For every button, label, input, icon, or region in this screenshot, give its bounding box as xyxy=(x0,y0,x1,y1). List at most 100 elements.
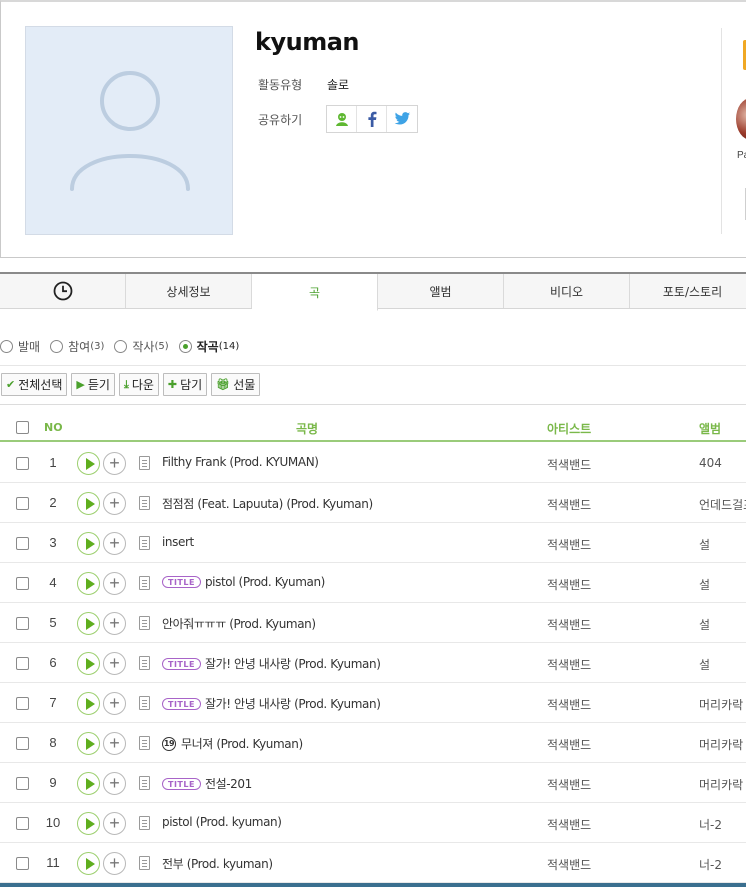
add-icon[interactable]: + xyxy=(103,812,126,835)
select-all-button[interactable]: ✔ 전체선택 xyxy=(1,373,68,396)
radio-button[interactable] xyxy=(114,340,128,353)
song-artist[interactable]: 적색밴드 xyxy=(547,656,591,673)
row-checkbox[interactable] xyxy=(16,737,29,750)
song-album[interactable]: 설 xyxy=(699,616,710,633)
song-title-text[interactable]: 안아줘ㅠㅠㅠ (Prod. Kyuman) xyxy=(162,615,316,632)
row-checkbox[interactable] xyxy=(16,817,29,830)
add-icon[interactable]: + xyxy=(103,492,126,515)
song-info-icon[interactable] xyxy=(139,736,150,750)
song-artist[interactable]: 적색밴드 xyxy=(547,496,591,513)
play-icon[interactable] xyxy=(77,532,100,555)
song-title-text[interactable]: Filthy Frank (Prod. KYUMAN) xyxy=(162,455,319,469)
related-artist-avatar[interactable] xyxy=(736,98,746,140)
add-icon[interactable]: + xyxy=(103,652,126,675)
song-title[interactable]: 안아줘ㅠㅠㅠ (Prod. Kyuman) xyxy=(162,615,316,632)
related-artist-name[interactable]: Pa xyxy=(737,150,746,161)
song-info-icon[interactable] xyxy=(139,776,150,790)
song-info-icon[interactable] xyxy=(139,696,150,710)
song-artist[interactable]: 적색밴드 xyxy=(547,816,591,833)
filter-participation[interactable]: 참여 (3) xyxy=(50,338,104,355)
row-checkbox[interactable] xyxy=(16,697,29,710)
song-title[interactable]: 19 무너져 (Prod. Kyuman) xyxy=(162,735,303,752)
row-checkbox[interactable] xyxy=(16,537,29,550)
song-artist[interactable]: 적색밴드 xyxy=(547,696,591,713)
add-icon[interactable]: + xyxy=(103,452,126,475)
song-artist[interactable]: 적색밴드 xyxy=(547,576,591,593)
song-album[interactable]: 머리카락 xyxy=(699,776,743,793)
song-info-icon[interactable] xyxy=(139,816,150,830)
song-info-icon[interactable] xyxy=(139,616,150,630)
tab-videos[interactable]: 비디오 xyxy=(504,274,630,308)
song-title-text[interactable]: 잘가! 안녕 내사랑 (Prod. Kyuman) xyxy=(205,695,381,712)
song-title[interactable]: insert xyxy=(162,535,194,549)
song-info-icon[interactable] xyxy=(139,456,150,470)
song-title-text[interactable]: 전부 (Prod. kyuman) xyxy=(162,855,273,872)
song-title-text[interactable]: insert xyxy=(162,535,194,549)
song-title[interactable]: 점점점 (Feat. Lapuuta) (Prod. Kyuman) xyxy=(162,495,373,512)
add-icon[interactable]: + xyxy=(103,852,126,875)
gift-button[interactable]: 🎁︎ 선물 xyxy=(211,373,261,396)
row-checkbox[interactable] xyxy=(16,777,29,790)
radio-button-selected[interactable] xyxy=(178,340,192,353)
row-checkbox[interactable] xyxy=(16,577,29,590)
tab-songs[interactable]: 곡 xyxy=(252,274,378,311)
filter-composition[interactable]: 작곡 (14) xyxy=(178,338,239,355)
song-info-icon[interactable] xyxy=(139,656,150,670)
row-checkbox[interactable] xyxy=(16,617,29,630)
play-icon[interactable] xyxy=(77,452,100,475)
radio-button[interactable] xyxy=(50,340,64,353)
song-artist[interactable]: 적색밴드 xyxy=(547,856,591,873)
song-info-icon[interactable] xyxy=(139,496,150,510)
song-album[interactable]: 설 xyxy=(699,576,710,593)
play-icon[interactable] xyxy=(77,852,100,875)
add-icon[interactable]: + xyxy=(103,532,126,555)
song-title-text[interactable]: 전설-201 xyxy=(205,775,252,792)
song-title[interactable]: TITLE 잘가! 안녕 내사랑 (Prod. Kyuman) xyxy=(162,655,381,672)
song-album[interactable]: 404 xyxy=(699,456,722,470)
tab-details[interactable]: 상세정보 xyxy=(126,274,252,308)
song-title[interactable]: pistol (Prod. kyuman) xyxy=(162,815,282,829)
play-icon[interactable] xyxy=(77,812,100,835)
song-title[interactable]: TITLE pistol (Prod. Kyuman) xyxy=(162,575,325,589)
song-album[interactable]: 설 xyxy=(699,656,710,673)
song-artist[interactable]: 적색밴드 xyxy=(547,456,591,473)
radio-button[interactable] xyxy=(0,340,13,353)
song-album[interactable]: 설 xyxy=(699,536,710,553)
filter-lyrics[interactable]: 작사 (5) xyxy=(114,338,169,355)
add-icon[interactable]: + xyxy=(103,692,126,715)
song-album[interactable]: 너-2 xyxy=(699,856,722,873)
song-artist[interactable]: 적색밴드 xyxy=(547,736,591,753)
play-icon[interactable] xyxy=(77,612,100,635)
melon-friend-icon[interactable] xyxy=(327,106,357,132)
song-title[interactable]: Filthy Frank (Prod. KYUMAN) xyxy=(162,455,319,469)
play-icon[interactable] xyxy=(77,692,100,715)
tab-albums[interactable]: 앨범 xyxy=(378,274,504,308)
song-info-icon[interactable] xyxy=(139,576,150,590)
row-checkbox[interactable] xyxy=(16,497,29,510)
song-album[interactable]: 머리카락 xyxy=(699,736,743,753)
song-title[interactable]: 전부 (Prod. kyuman) xyxy=(162,855,273,872)
song-artist[interactable]: 적색밴드 xyxy=(547,536,591,553)
play-icon[interactable] xyxy=(77,772,100,795)
facebook-icon[interactable] xyxy=(357,106,387,132)
song-info-icon[interactable] xyxy=(139,856,150,870)
row-checkbox[interactable] xyxy=(16,457,29,470)
song-artist[interactable]: 적색밴드 xyxy=(547,776,591,793)
select-all-checkbox[interactable] xyxy=(16,421,29,434)
column-song[interactable]: 곡명 xyxy=(296,420,318,437)
song-artist[interactable]: 적색밴드 xyxy=(547,616,591,633)
download-button[interactable]: ⤓ 다운 xyxy=(118,373,159,396)
song-album[interactable]: 너-2 xyxy=(699,816,722,833)
add-icon[interactable]: + xyxy=(103,612,126,635)
play-icon[interactable] xyxy=(77,492,100,515)
song-title-text[interactable]: 무너져 (Prod. Kyuman) xyxy=(181,735,303,752)
twitter-icon[interactable] xyxy=(387,106,417,132)
song-album[interactable]: 언데드걸프 xyxy=(699,496,746,513)
song-title[interactable]: TITLE 전설-201 xyxy=(162,775,252,792)
column-artist[interactable]: 아티스트 xyxy=(547,420,591,437)
add-to-playlist-button[interactable]: ✚ 담기 xyxy=(162,373,208,396)
filter-release[interactable]: 발매 xyxy=(0,338,40,355)
tab-photo-story[interactable]: 포토/스토리 xyxy=(630,274,746,308)
add-icon[interactable]: + xyxy=(103,772,126,795)
song-title-text[interactable]: pistol (Prod. kyuman) xyxy=(162,815,282,829)
